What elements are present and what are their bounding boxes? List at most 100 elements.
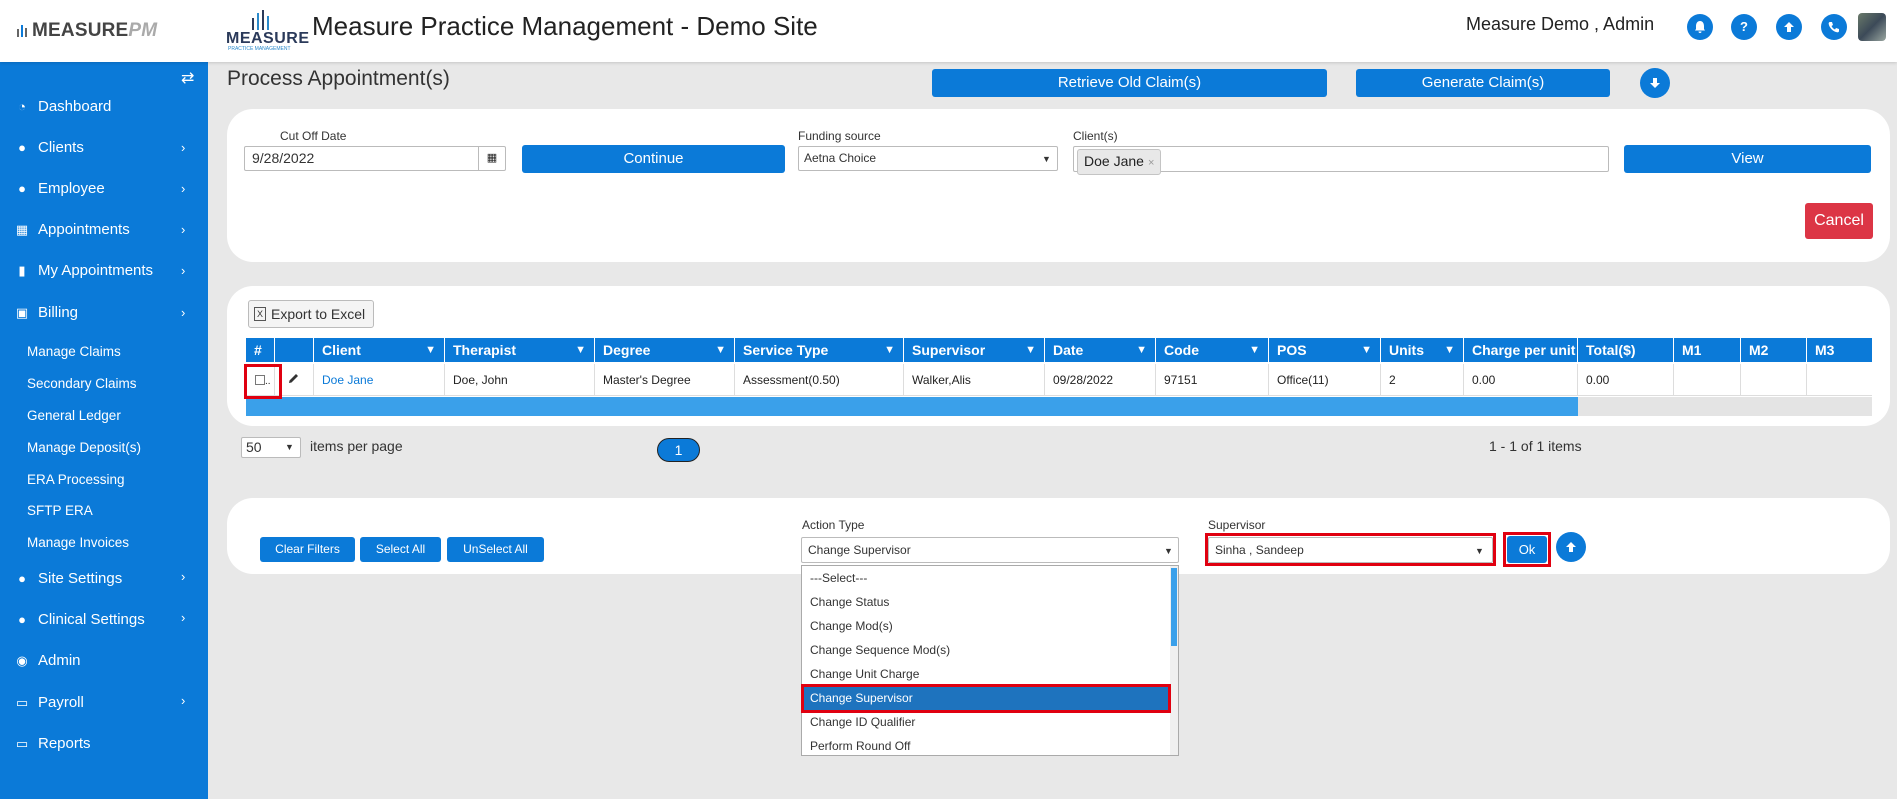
dropdown-option[interactable]: Change ID Qualifier [802, 710, 1172, 734]
continue-button[interactable]: Continue [522, 145, 785, 173]
sidebar-item-dashboard[interactable]: ◔ Dashboard [14, 98, 111, 115]
dashboard-icon: ◔ [18, 99, 26, 114]
sidebar-subitem-manage-claims[interactable]: Manage Claims [27, 344, 121, 359]
client-chip[interactable]: Doe Jane × [1077, 149, 1162, 175]
column-header-therapist[interactable]: Therapist ▼ [445, 338, 595, 362]
sidebar-subitem-manage-deposits[interactable]: Manage Deposit(s) [27, 440, 141, 455]
unselect-all-button[interactable]: UnSelect All [447, 537, 544, 562]
filter-icon[interactable]: ▼ [425, 338, 436, 362]
column-header-client[interactable]: Client ▼ [314, 338, 445, 362]
retrieve-old-claims-button[interactable]: Retrieve Old Claim(s) [932, 69, 1327, 97]
supervisor-label: Supervisor [1208, 518, 1266, 532]
column-header-code[interactable]: Code ▼ [1156, 338, 1269, 362]
site-logo: MEASURE PRACTICE MANAGEMENT [222, 10, 309, 52]
column-header-label: Code [1164, 342, 1199, 358]
sidebar-item-clients[interactable]: ● Clients [14, 139, 84, 156]
column-header-supervisor[interactable]: Supervisor ▼ [904, 338, 1045, 362]
excel-icon: X [254, 307, 266, 321]
sidebar-item-appointments[interactable]: ▦ Appointments [14, 221, 130, 238]
cell-charge-per-unit: 0.00 [1464, 364, 1578, 396]
calendar-icon[interactable]: ▦ [478, 147, 505, 170]
sidebar-item-payroll[interactable]: ▭ Payroll [14, 694, 84, 711]
table-row[interactable]: .. Doe Jane Doe, John Master's Degree As… [246, 364, 1872, 396]
filter-icon[interactable]: ▼ [1249, 338, 1260, 362]
sidebar-toggle-icon[interactable]: ⇄ [181, 68, 194, 88]
generate-claims-button[interactable]: Generate Claim(s) [1356, 69, 1610, 97]
bell-icon[interactable] [1687, 14, 1713, 40]
sidebar-item-admin[interactable]: ◉ Admin [14, 652, 80, 669]
dropdown-option[interactable]: Perform Round Off [802, 734, 1172, 755]
cell-supervisor: Walker,Alis [904, 364, 1045, 396]
sidebar-item-label: My Appointments [38, 262, 154, 279]
avatar[interactable] [1858, 13, 1886, 41]
user-name[interactable]: Measure Demo , Admin [1466, 14, 1654, 35]
dropdown-option[interactable]: Change Mod(s) [802, 614, 1172, 638]
cutoff-date-input[interactable]: 9/28/2022 [244, 146, 506, 171]
column-header-service-type[interactable]: Service Type ▼ [735, 338, 904, 362]
upload-icon[interactable] [1776, 14, 1802, 40]
sidebar-item-my-appointments[interactable]: ▮ My Appointments [14, 262, 153, 279]
view-button[interactable]: View [1624, 145, 1871, 173]
close-icon[interactable]: × [1148, 157, 1154, 169]
cancel-button[interactable]: Cancel [1805, 203, 1873, 239]
column-header-label: Supervisor [912, 342, 986, 358]
sidebar-item-label: Employee [38, 180, 105, 197]
funding-source-select[interactable]: Aetna Choice [798, 146, 1058, 171]
filter-icon[interactable]: ▼ [884, 338, 895, 362]
cell-m1 [1674, 364, 1741, 396]
select-all-button[interactable]: Select All [360, 537, 441, 562]
sidebar-item-reports[interactable]: ▭ Reports [14, 735, 91, 752]
clear-filters-button[interactable]: Clear Filters [260, 537, 355, 562]
client-chip-label: Doe Jane [1084, 153, 1144, 169]
brand-logo[interactable]: MEASUREPM [16, 20, 157, 42]
filter-icon[interactable]: ▼ [715, 338, 726, 362]
sidebar-item-clinical-settings[interactable]: ● Clinical Settings [14, 611, 145, 628]
cell-total: 0.00 [1578, 364, 1674, 396]
cell-code: 97151 [1156, 364, 1269, 396]
filter-icon[interactable]: ▼ [575, 338, 586, 362]
action-type-dropdown[interactable]: ---Select--- Change Status Change Mod(s)… [801, 565, 1179, 756]
cell-client[interactable]: Doe Jane [314, 364, 445, 396]
column-header-label: Units [1389, 342, 1424, 358]
scroll-down-icon[interactable] [1640, 68, 1670, 98]
phone-icon[interactable] [1821, 14, 1847, 40]
sidebar-subitem-sftp-era[interactable]: SFTP ERA [27, 503, 93, 518]
column-header-pos[interactable]: POS ▼ [1269, 338, 1381, 362]
action-type-select[interactable]: Change Supervisor [801, 537, 1179, 563]
dropdown-option[interactable]: Change Unit Charge [802, 662, 1172, 686]
column-header-label: Degree [603, 342, 651, 358]
dropdown-option[interactable]: Change Status [802, 590, 1172, 614]
card-icon: ▭ [15, 694, 29, 710]
column-header-units[interactable]: Units ▼ [1381, 338, 1464, 362]
pager-page-button[interactable]: 1 [657, 438, 700, 462]
cutoff-date-label: Cut Off Date [280, 129, 347, 143]
filter-icon[interactable]: ▼ [1136, 338, 1147, 362]
highlight-supervisor [1205, 533, 1496, 566]
sidebar-subitem-general-ledger[interactable]: General Ledger [27, 408, 121, 423]
sidebar-item-label: Dashboard [38, 98, 112, 115]
sidebar-item-site-settings[interactable]: ● Site Settings [14, 570, 122, 587]
dropdown-scrollbar[interactable] [1170, 566, 1178, 755]
column-header-date[interactable]: Date ▼ [1045, 338, 1156, 362]
export-to-excel-button[interactable]: X Export to Excel [248, 300, 374, 328]
cell-service-type: Assessment(0.50) [735, 364, 904, 396]
sidebar-item-billing[interactable]: ▣ Billing [14, 304, 78, 321]
scrollbar-thumb[interactable] [246, 397, 1578, 416]
sidebar-item-label: Clinical Settings [38, 611, 145, 628]
scrollbar-thumb[interactable] [1171, 568, 1177, 646]
sidebar-subitem-era-processing[interactable]: ERA Processing [27, 472, 125, 487]
help-icon[interactable]: ? [1731, 14, 1757, 40]
filter-icon[interactable]: ▼ [1025, 338, 1036, 362]
highlight-change-supervisor [801, 684, 1171, 713]
filter-icon[interactable]: ▼ [1444, 338, 1455, 362]
sidebar-subitem-secondary-claims[interactable]: Secondary Claims [27, 376, 137, 391]
horizontal-scrollbar[interactable] [246, 397, 1872, 416]
dropdown-option[interactable]: Change Sequence Mod(s) [802, 638, 1172, 662]
column-header-degree[interactable]: Degree ▼ [595, 338, 735, 362]
scroll-up-icon[interactable] [1556, 532, 1586, 562]
sidebar-subitem-manage-invoices[interactable]: Manage Invoices [27, 535, 129, 550]
dropdown-option[interactable]: ---Select--- [802, 566, 1172, 590]
cell-therapist: Doe, John [445, 364, 595, 396]
filter-icon[interactable]: ▼ [1361, 338, 1372, 362]
sidebar-item-employee[interactable]: ● Employee [14, 180, 105, 197]
